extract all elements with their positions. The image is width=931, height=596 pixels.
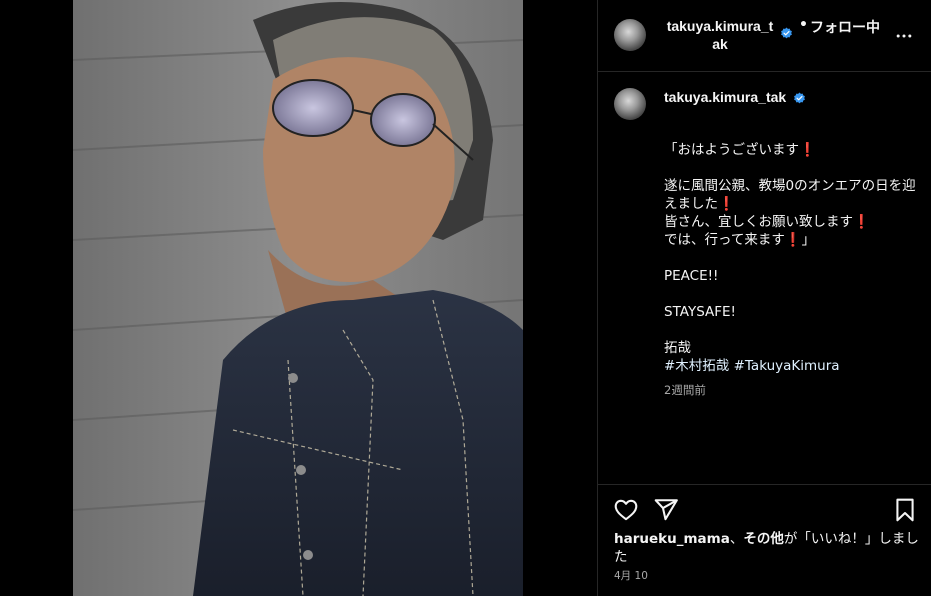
- following-button[interactable]: フォロー中: [810, 17, 880, 37]
- post-header: takuya.kimura_t ak • フォロー中: [598, 0, 931, 72]
- separator-dot: •: [799, 17, 808, 33]
- caption-author-avatar[interactable]: [614, 88, 646, 120]
- caption-author-username[interactable]: takuya.kimura_tak: [664, 89, 786, 105]
- likes-summary: harueku_mama、その他が「いいね！」しました: [614, 531, 919, 565]
- post-media-pane: [0, 0, 598, 596]
- verified-badge-icon: [781, 27, 792, 39]
- actions-divider: [598, 484, 931, 485]
- liker-username[interactable]: harueku_mama: [614, 531, 730, 547]
- bookmark-icon[interactable]: [892, 497, 918, 523]
- caption-timestamp[interactable]: 2週間前: [664, 382, 706, 398]
- likes-others-link[interactable]: その他: [743, 531, 784, 547]
- verified-badge-icon: [794, 92, 805, 104]
- post-caption: 「おはようございます❗ 遂に風間公親、教場0のオンエアの日を迎えました❗ 皆さん…: [664, 141, 919, 375]
- post-photo[interactable]: [73, 0, 523, 596]
- hashtag-list: #木村拓哉 #TakuyaKimura: [664, 357, 919, 375]
- author-username[interactable]: takuya.kimura_t ak: [664, 17, 776, 53]
- hashtag-link[interactable]: #TakuyaKimura: [734, 358, 840, 374]
- paper-plane-icon[interactable]: [653, 497, 679, 523]
- post-sidebar: takuya.kimura_t ak • フォロー中 takuya.kimura…: [598, 0, 931, 596]
- author-avatar[interactable]: [614, 19, 646, 51]
- heart-icon[interactable]: [613, 497, 639, 523]
- portrait-image: [73, 0, 523, 596]
- hashtag-link[interactable]: #木村拓哉: [664, 358, 729, 374]
- post-date[interactable]: 4月 10: [614, 568, 648, 583]
- more-horizontal-icon[interactable]: [894, 26, 914, 46]
- caption-text: 「おはようございます❗ 遂に風間公親、教場0のオンエアの日を迎えました❗ 皆さん…: [664, 142, 916, 356]
